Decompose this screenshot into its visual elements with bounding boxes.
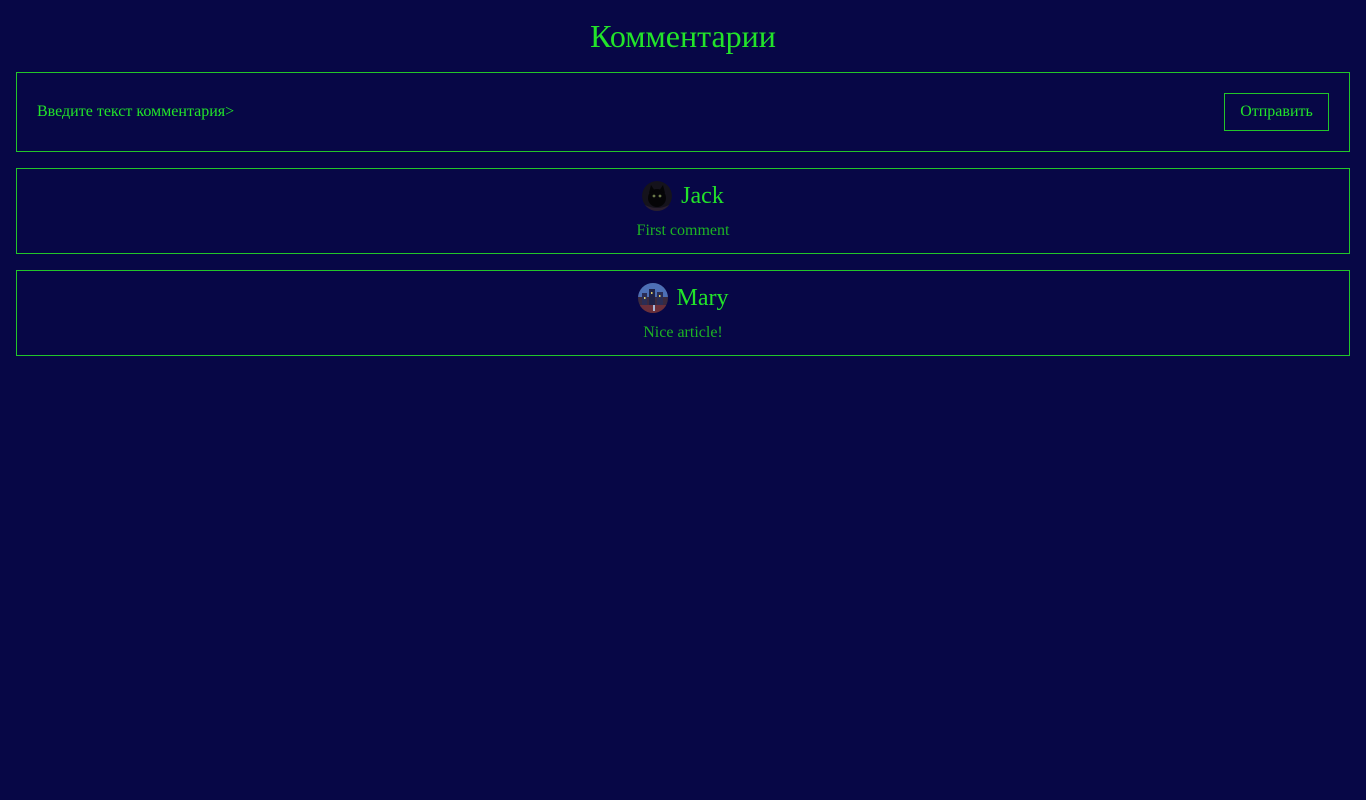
- black-cat-avatar-icon: [642, 181, 673, 211]
- comment-header: Jack: [17, 181, 1349, 211]
- page-title: Комментарии: [590, 18, 776, 54]
- comment-author: Mary: [676, 285, 729, 311]
- comment-card: Mary Nice article!: [16, 270, 1350, 356]
- comment-input[interactable]: [37, 101, 937, 123]
- comment-compose-box: Отправить: [16, 72, 1350, 152]
- comment-header: Mary: [17, 283, 1349, 313]
- comment-text: Nice article!: [643, 324, 723, 341]
- night-city-avatar-icon: [637, 283, 668, 313]
- comment-author: Jack: [681, 183, 724, 209]
- comment-text: First comment: [636, 222, 730, 239]
- comment-card: Jack First comment: [16, 168, 1350, 254]
- send-button[interactable]: Отправить: [1224, 93, 1329, 131]
